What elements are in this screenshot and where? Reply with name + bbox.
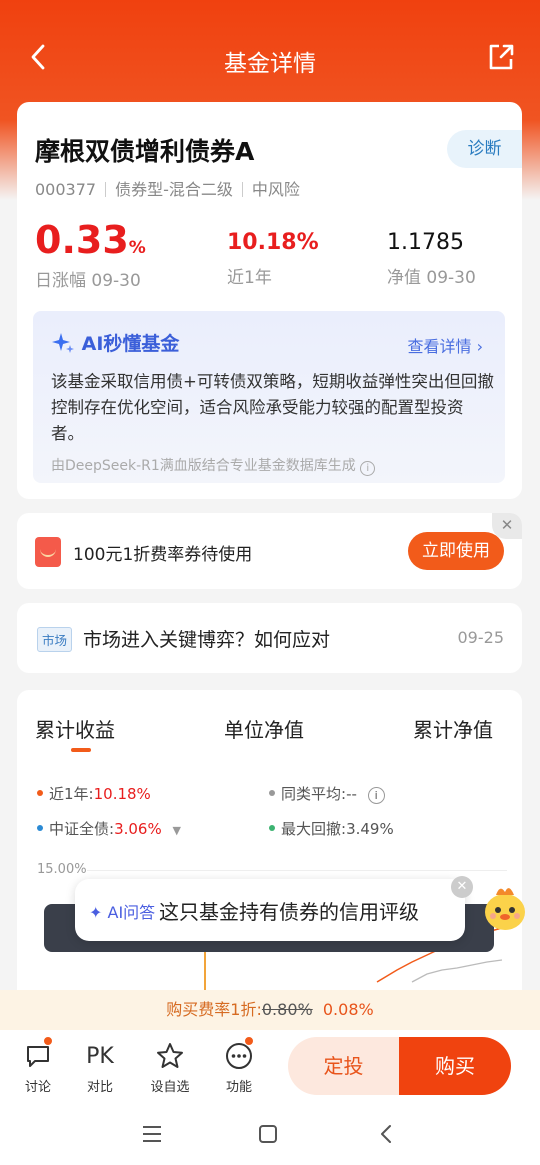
fund-name: 摩根双债增利债券A: [35, 137, 255, 166]
ai-mascot-icon[interactable]: [478, 880, 532, 934]
news-tag: 市场: [37, 627, 73, 652]
year-return-label: 近1年: [227, 268, 272, 288]
fund-info-card: 摩根双债增利债券A 诊断 000377 债券型-混合二级 中风险 0.33% 日涨幅…: [17, 102, 522, 499]
daily-change-value: 0.33: [35, 218, 129, 262]
more-functions-button[interactable]: 功能: [214, 1036, 264, 1095]
legend-fund-value: 10.18%: [93, 785, 151, 803]
legend-peer-value: --: [346, 785, 357, 803]
daily-change-unit: %: [128, 238, 146, 258]
legend-fund-label: 近1年:: [49, 785, 94, 803]
ai-source-text: 由DeepSeek-R1满血版结合专业基金数据库生成: [51, 458, 356, 474]
bottom-action-bar: 讨论 PK 对比 设自选 功能 定投 购买: [0, 1030, 540, 1103]
ai-summary-title-text: AI秒懂基金: [81, 333, 180, 355]
compare-button[interactable]: PK 对比: [75, 1040, 125, 1096]
menu-icon[interactable]: [141, 1123, 163, 1145]
legend-peer: 同类平均:-- i: [269, 783, 385, 804]
legend-peer-label: 同类平均:: [281, 785, 347, 803]
legend-drawdown-value: 3.49%: [346, 820, 394, 838]
discuss-button[interactable]: 讨论: [13, 1036, 63, 1095]
close-icon[interactable]: ✕: [451, 876, 473, 898]
legend-dot: [269, 790, 275, 796]
compare-label: 对比: [86, 1080, 113, 1095]
page-title: 基金详情: [224, 51, 316, 77]
ai-summary-source: 由DeepSeek-R1满血版结合专业基金数据库生成 i: [51, 455, 376, 476]
ai-question-text: 这只基金持有债券的信用评级: [159, 900, 419, 924]
use-coupon-button[interactable]: 立即使用: [408, 532, 504, 570]
ai-summary-text: 该基金采取信用债+可转债双策略，短期收益弹性突出但回撤控制存在优化空间，适合风险…: [51, 372, 494, 443]
coupon-card: 100元1折费率券待使用 立即使用 ✕: [17, 513, 522, 589]
news-title: 市场进入关键博弈？如何应对: [83, 629, 331, 651]
daily-change-label: 日涨幅 09-30: [35, 271, 141, 291]
nav-label: 净值 09-30: [387, 268, 476, 288]
info-icon[interactable]: i: [360, 461, 376, 476]
add-favorite-button[interactable]: 设自选: [145, 1040, 195, 1095]
legend-index[interactable]: 中证全债:3.06% ▼: [37, 818, 181, 839]
nav-stat: 1.1785 净值 09-30: [387, 230, 476, 288]
ai-more-link[interactable]: 查看详情 ›: [407, 333, 483, 357]
ai-more-label: 查看详情: [407, 337, 472, 356]
fee-original: 0.80%: [261, 1000, 313, 1019]
nav-value: 1.1785: [387, 230, 464, 255]
top-bar: 基金详情: [0, 30, 540, 86]
year-return-stat: 10.18% 近1年: [227, 230, 319, 288]
legend-index-label: 中证全债:: [49, 820, 115, 838]
discuss-label: 讨论: [24, 1080, 51, 1095]
share-icon[interactable]: [486, 42, 516, 72]
notification-dot: [43, 1036, 53, 1046]
fee-label: 购买费率1折:: [166, 1000, 262, 1019]
sparkle-icon: [52, 333, 74, 353]
legend-drawdown: 最大回撤:3.49%: [269, 818, 394, 839]
news-card[interactable]: 市场 市场进入关键博弈？如何应对 09-25: [17, 603, 522, 673]
active-tab-indicator: [71, 748, 91, 752]
home-icon[interactable]: [258, 1124, 278, 1144]
chat-icon: [27, 1046, 49, 1067]
legend-dot: [37, 825, 43, 831]
year-return-value: 10.18%: [227, 230, 319, 255]
auto-invest-button[interactable]: 定投: [288, 1037, 399, 1095]
chevron-right-icon: ›: [476, 337, 483, 356]
ai-summary-box[interactable]: AI秒懂基金 查看详情 › 该基金采取信用债+可转债双策略，短期收益弹性突出但回…: [33, 311, 505, 483]
diagnose-button[interactable]: 诊断: [447, 130, 522, 168]
ai-question-tag-text: AI问答: [107, 903, 156, 922]
tab-cumulative-return[interactable]: 累计收益: [35, 714, 115, 743]
info-icon[interactable]: i: [367, 787, 385, 804]
more-functions-label: 功能: [225, 1080, 252, 1095]
tab-unit-nav[interactable]: 单位净值: [224, 714, 304, 743]
news-date: 09-25: [457, 628, 505, 647]
action-buttons: 定投 购买: [288, 1037, 511, 1095]
legend-index-value: 3.06%: [114, 820, 162, 838]
peer-average-line: [411, 959, 503, 983]
notification-dot: [244, 1036, 254, 1046]
caret-down-icon: ▼: [172, 824, 181, 837]
coupon-text: 100元1折费率券待使用: [73, 545, 253, 565]
back-icon[interactable]: [376, 1123, 396, 1145]
legend-dot: [37, 790, 43, 796]
chart-card: 累计收益 单位净值 累计净值 近1年:10.18% 同类平均:-- i 中证全债…: [17, 690, 522, 1030]
ai-question-bubble[interactable]: ✦ AI问答 这只基金持有债券的信用评级 ✕: [75, 876, 473, 941]
legend-fund: 近1年:10.18%: [37, 783, 151, 804]
legend-drawdown-label: 最大回撤:: [281, 820, 347, 838]
fund-code: 000377: [35, 180, 97, 199]
add-favorite-label: 设自选: [150, 1080, 190, 1095]
fee-discounted: 0.08%: [322, 1000, 374, 1019]
tab-cumulative-nav[interactable]: 累计净值: [413, 714, 493, 743]
red-packet-icon: [35, 537, 61, 567]
fund-risk: 中风险: [251, 180, 300, 199]
buy-button[interactable]: 购买: [399, 1037, 511, 1095]
legend-dot: [269, 825, 275, 831]
pk-icon: PK: [86, 1043, 114, 1069]
star-add-icon: [157, 1043, 183, 1068]
fee-discount-bar: 购买费率1折:0.80% 0.08%: [0, 990, 540, 1030]
system-nav-bar: [0, 1103, 540, 1165]
ai-question-tag: ✦ AI问答: [89, 903, 156, 922]
daily-change-stat: 0.33% 日涨幅 09-30: [35, 218, 146, 291]
fund-type: 债券型-混合二级: [115, 180, 233, 199]
ai-summary-title: AI秒懂基金: [51, 329, 179, 356]
fund-meta: 000377 债券型-混合二级 中风险: [35, 176, 300, 200]
close-icon[interactable]: ✕: [492, 513, 522, 539]
